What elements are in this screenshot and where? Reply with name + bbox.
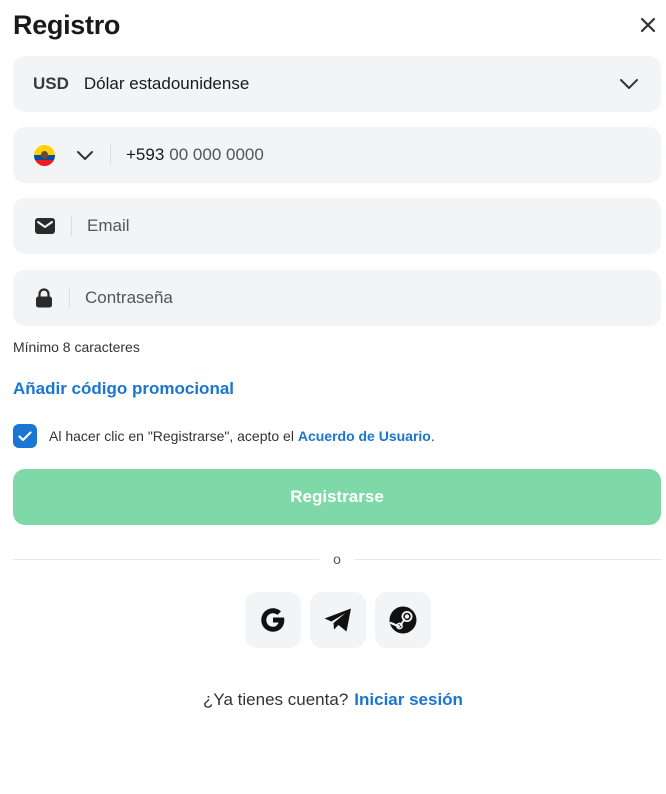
page-title: Registro	[13, 9, 121, 40]
chevron-down-icon	[620, 79, 638, 89]
phone-field: +593	[13, 127, 661, 183]
telegram-login-button[interactable]	[310, 592, 366, 648]
divider-line	[13, 558, 320, 560]
currency-code: USD	[33, 74, 69, 93]
password-input[interactable]	[85, 270, 641, 326]
close-button[interactable]	[637, 14, 659, 36]
login-link[interactable]: Iniciar sesión	[354, 690, 463, 709]
steam-login-button[interactable]	[375, 592, 431, 648]
steam-icon	[389, 606, 417, 634]
or-divider: o	[13, 549, 662, 569]
telegram-icon	[324, 608, 351, 632]
register-button[interactable]: Registrarse	[13, 469, 661, 525]
google-login-button[interactable]	[245, 592, 301, 648]
login-prompt: ¿Ya tienes cuenta? Iniciar sesión	[0, 690, 666, 710]
add-promo-code-link[interactable]: Añadir código promocional	[13, 379, 234, 399]
social-login-group	[245, 592, 431, 648]
google-icon	[261, 608, 285, 632]
phone-prefix: +593	[126, 145, 165, 164]
envelope-icon	[35, 218, 55, 234]
close-icon	[640, 17, 656, 33]
chevron-down-icon[interactable]	[76, 150, 94, 161]
agreement-row: Al hacer clic en "Registrarse", acepto e…	[13, 424, 435, 448]
field-divider	[110, 145, 111, 165]
login-prompt-text: ¿Ya tienes cuenta?	[203, 690, 349, 709]
modal-header: Registro	[13, 8, 659, 42]
password-field	[13, 270, 661, 326]
email-field	[13, 198, 661, 254]
user-agreement-link[interactable]: Acuerdo de Usuario	[298, 428, 431, 444]
phone-input[interactable]	[169, 127, 641, 183]
currency-name: Dólar estadounidense	[83, 74, 250, 93]
divider-label: o	[333, 551, 341, 567]
email-input[interactable]	[87, 198, 641, 254]
currency-select[interactable]: USD Dólar estadounidense	[13, 56, 661, 112]
agreement-text-after: .	[430, 428, 435, 444]
password-hint: Mínimo 8 caracteres	[13, 339, 140, 355]
agreement-checkbox[interactable]	[13, 424, 37, 448]
lock-icon	[36, 288, 52, 308]
field-divider	[71, 216, 72, 236]
field-divider	[69, 288, 70, 308]
ecuador-flag-icon[interactable]	[34, 144, 55, 166]
checkmark-icon	[18, 430, 32, 441]
agreement-text-before: Al hacer clic en "Registrarse", acepto e…	[49, 428, 298, 444]
divider-line	[354, 558, 662, 560]
agreement-text: Al hacer clic en "Registrarse", acepto e…	[49, 428, 435, 444]
